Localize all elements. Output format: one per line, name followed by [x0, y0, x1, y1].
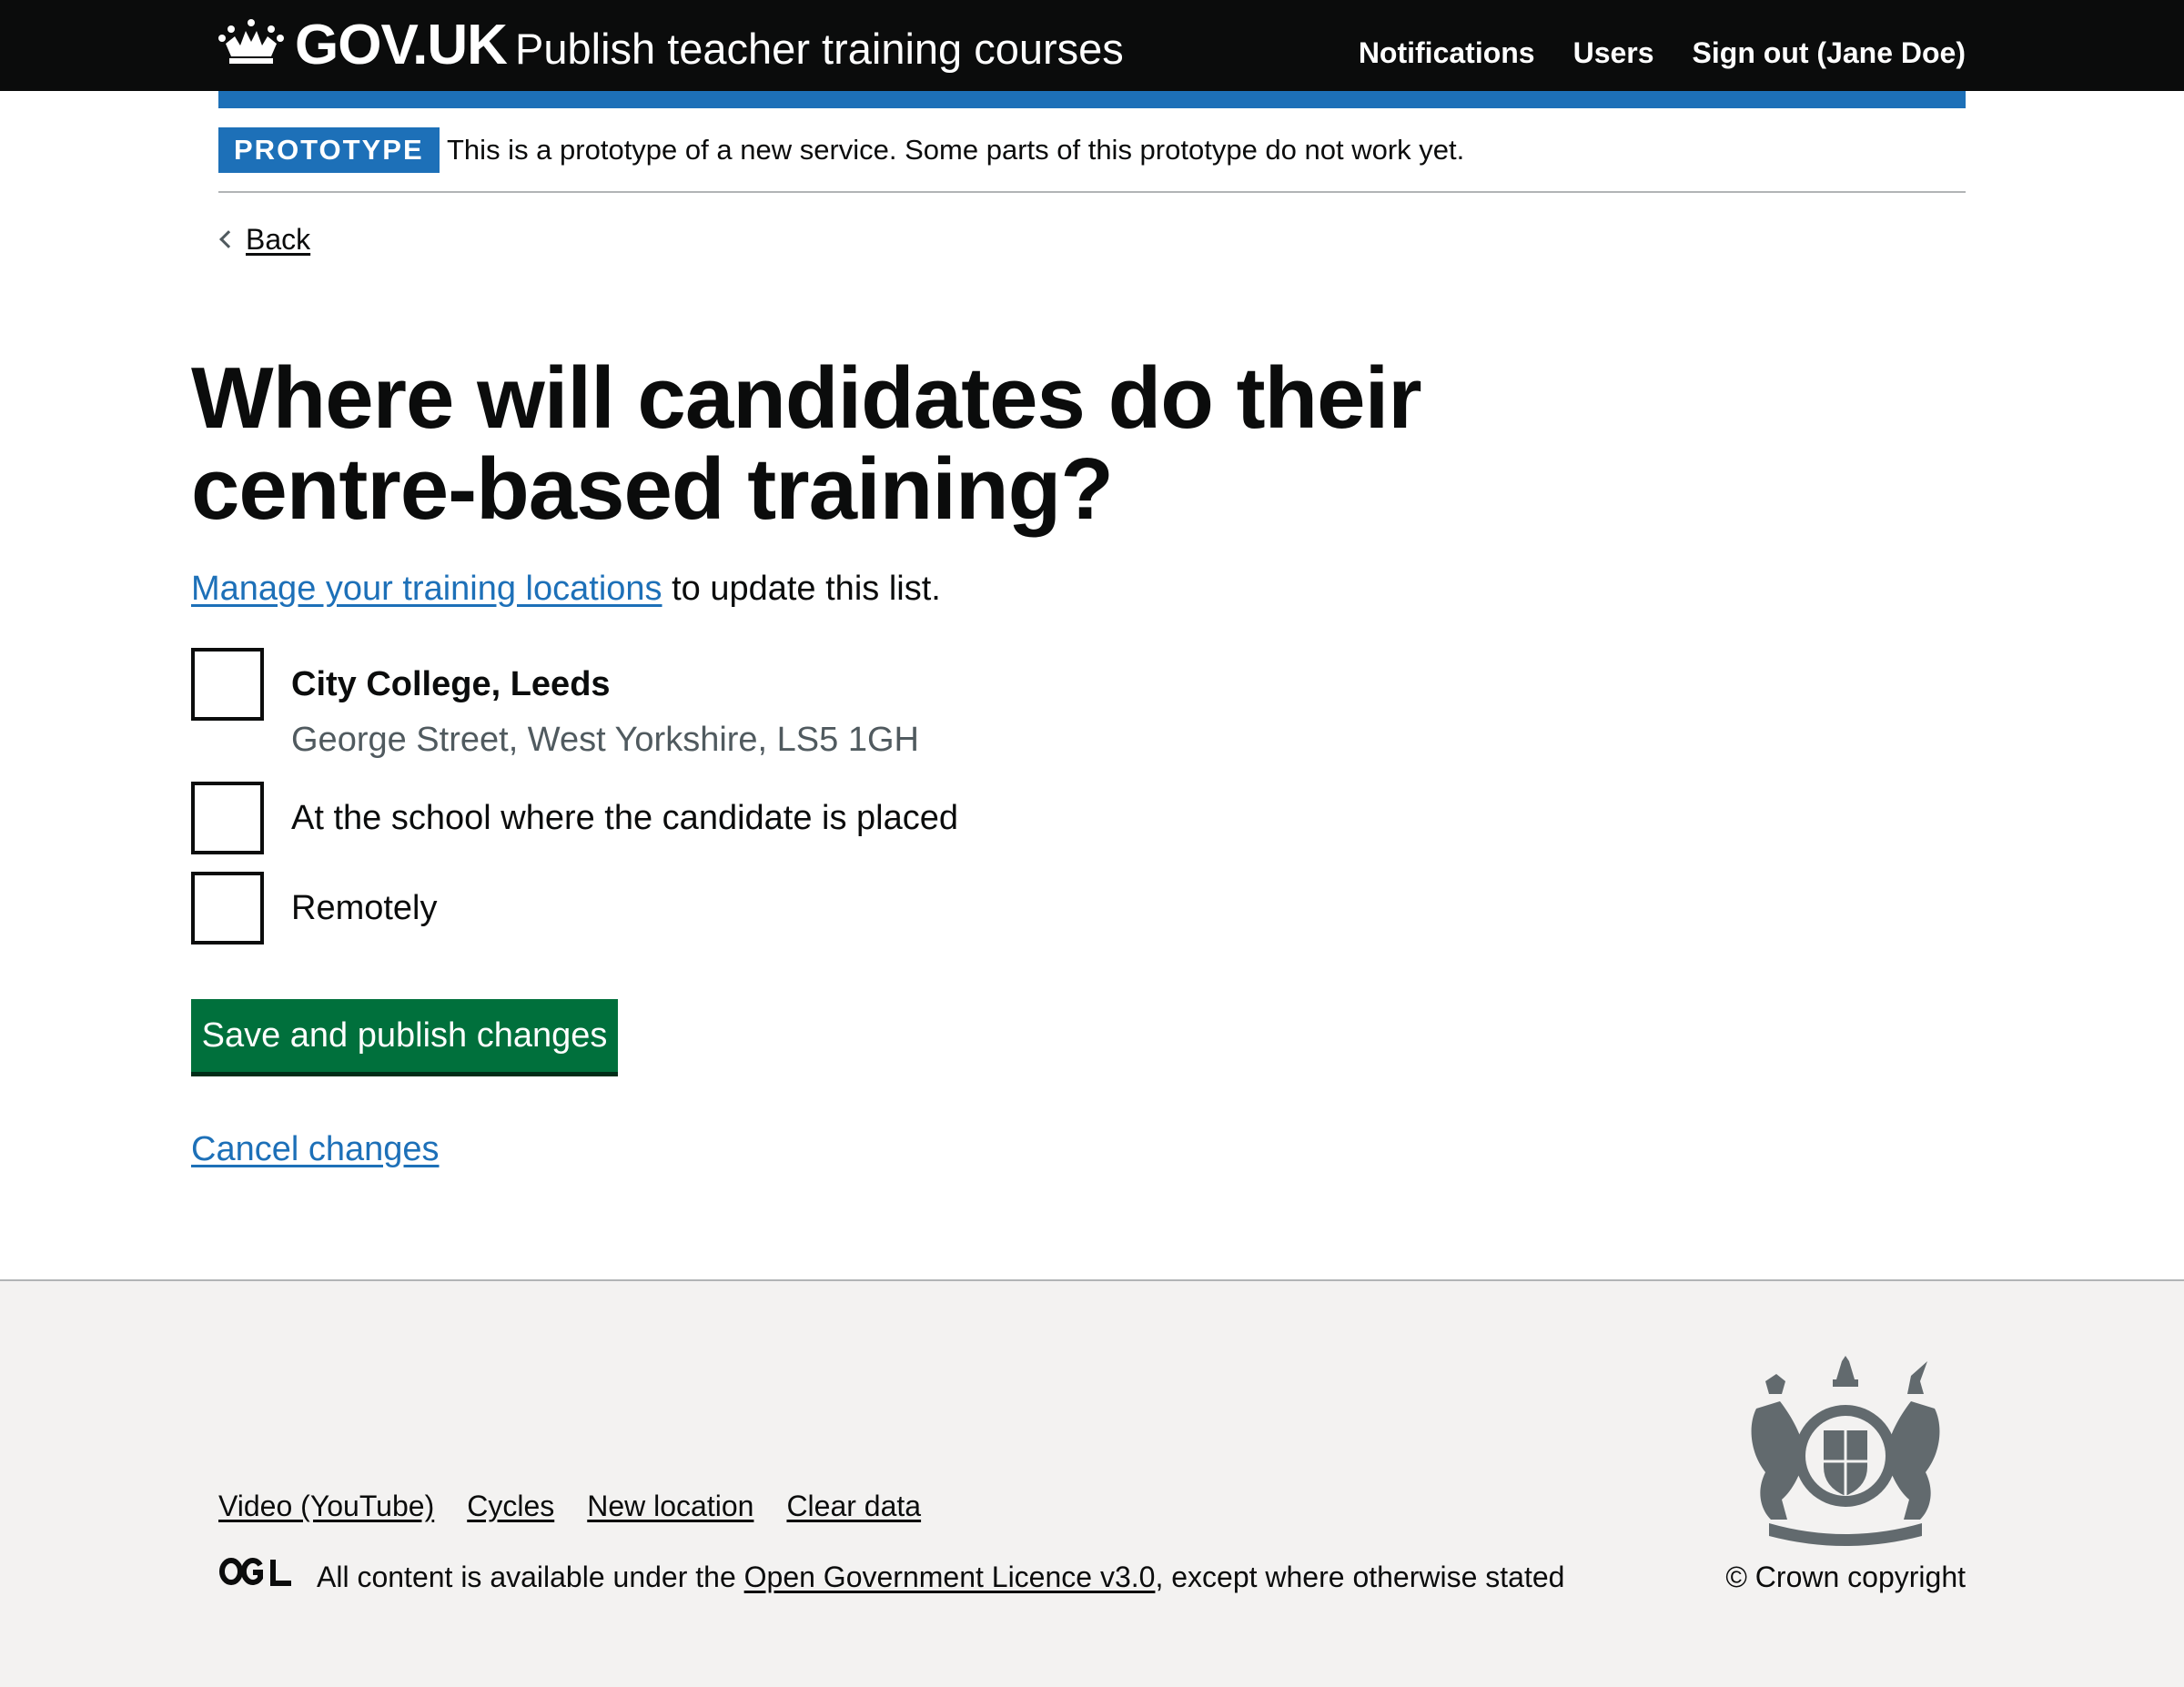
page-title: Where will candidates do their centre-ba… [191, 349, 1422, 538]
checkbox-remotely[interactable]: Remotely [191, 872, 438, 945]
nav-sign-out[interactable]: Sign out (Jane Doe) [1693, 31, 1966, 75]
footer-link-clear-data[interactable]: Clear data [786, 1483, 921, 1529]
footer-link-new-location[interactable]: New location [587, 1483, 753, 1529]
checkbox-input[interactable] [191, 872, 264, 945]
crown-icon [218, 19, 284, 64]
royal-coat-of-arms-icon [1751, 1356, 1940, 1546]
site-footer: Video (YouTube) Cycles New location Clea… [0, 1279, 2184, 1687]
footer-links: Video (YouTube) Cycles New location Clea… [218, 1483, 921, 1529]
crown-copyright[interactable]: © Crown copyright [1725, 1554, 1966, 1600]
back-link-label: Back [246, 223, 311, 256]
checkbox-label[interactable]: At the school where the candidate is pla… [291, 782, 958, 854]
nav-notifications[interactable]: Notifications [1359, 31, 1535, 75]
footer-link-cycles[interactable]: Cycles [467, 1483, 554, 1529]
header-blue-bar [218, 91, 1966, 108]
checkbox-city-college-leeds[interactable]: City College, Leeds [191, 648, 611, 721]
phase-banner-text: This is a prototype of a new service. So… [447, 134, 1465, 166]
service-name[interactable]: Publish teacher training courses [515, 20, 1124, 78]
ogl-logo-icon [219, 1558, 291, 1586]
footer-link-video[interactable]: Video (YouTube) [218, 1483, 434, 1529]
manage-locations-link[interactable]: Manage your training locations [191, 570, 662, 608]
open-government-licence-link[interactable]: Open Government Licence v3.0 [744, 1561, 1156, 1593]
back-link[interactable]: Back [218, 217, 310, 262]
page-hint: Manage your training locations to update… [191, 561, 941, 616]
header-navigation: Notifications Users Sign out (Jane Doe) [1359, 31, 1966, 75]
checkbox-input[interactable] [191, 782, 264, 854]
checkbox-label[interactable]: City College, Leeds [291, 648, 611, 721]
checkbox-label[interactable]: Remotely [291, 872, 438, 945]
govuk-logotype[interactable]: GOV.UK [295, 13, 508, 78]
licence-prefix: All content is available under the [317, 1561, 744, 1593]
page-hint-text: to update this list. [662, 570, 941, 608]
phase-tag: PROTOTYPE [218, 127, 440, 173]
chevron-left-icon [219, 230, 238, 248]
licence-statement: All content is available under the Open … [317, 1554, 1564, 1600]
save-and-publish-button[interactable]: Save and publish changes [191, 999, 618, 1072]
checkbox-hint: George Street, West Yorkshire, LS5 1GH [291, 721, 919, 759]
cancel-changes-link[interactable]: Cancel changes [191, 1122, 440, 1177]
nav-users[interactable]: Users [1573, 31, 1654, 75]
checkbox-school-placement[interactable]: At the school where the candidate is pla… [191, 782, 958, 854]
site-header: GOV.UK Publish teacher training courses … [0, 0, 2184, 91]
checkbox-input[interactable] [191, 648, 264, 721]
phase-banner: PROTOTYPE This is a prototype of a new s… [218, 127, 1966, 193]
licence-suffix: , except where otherwise stated [1155, 1561, 1565, 1593]
